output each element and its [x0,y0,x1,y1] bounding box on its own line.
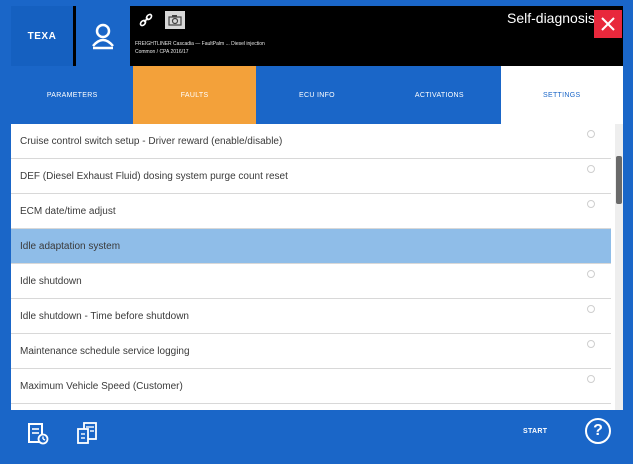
scrollbar-thumb[interactable] [616,156,622,204]
help-button[interactable]: ? [585,418,611,444]
info-icon[interactable] [587,305,595,313]
list-item[interactable]: Maximum Vehicle Speed (Customer) [11,369,611,404]
start-button[interactable]: START [523,428,547,435]
report-list-icon [28,423,49,445]
info-icon[interactable] [587,130,595,138]
vehicle-info-line1: FREIGHTLINER Cascadia — FaultPalm ... Di… [135,41,265,47]
list-item-label: Cruise control switch setup - Driver rew… [20,135,283,147]
list-item[interactable]: DEF (Diesel Exhaust Fluid) dosing system… [11,159,611,194]
settings-list: Cruise control switch setup - Driver rew… [11,124,611,410]
list-scrollbar[interactable] [615,124,623,410]
list-item-label: Maximum Vehicle Speed (Customer) [20,380,183,392]
user-button[interactable] [76,6,130,66]
texa-logo: TEXA [11,6,73,66]
app-header: TEXA FREIGHTLINER Cascadia — FaultPalm .… [11,6,623,66]
vehicle-info-line2: Common / CPA 2016/17 [135,49,189,55]
bottom-toolbar: START ? [11,410,623,458]
info-icon[interactable] [587,375,595,383]
close-button[interactable] [594,10,622,38]
list-item-label: Idle shutdown - Time before shutdown [20,310,189,322]
list-item[interactable]: Idle shutdown - Time before shutdown [11,299,611,334]
connection-link-icon[interactable] [137,12,155,30]
list-item-label: Idle adaptation system [20,240,121,252]
list-item-label: ECM date/time adjust [20,205,116,217]
info-icon[interactable] [587,270,595,278]
report-list-button[interactable] [27,422,49,451]
list-item[interactable]: Maintenance schedule service logging [11,334,611,369]
info-icon[interactable] [587,165,595,173]
list-item[interactable]: Cruise control switch setup - Driver rew… [11,124,611,159]
app-screen: TEXA FREIGHTLINER Cascadia — FaultPalm .… [11,6,623,458]
module-icon [77,422,97,444]
tab-activations[interactable]: ACTIVATIONS [378,66,501,124]
tab-settings[interactable]: SETTINGS [500,66,623,124]
close-icon [601,17,615,31]
list-item-label: Maintenance schedule service logging [20,345,190,357]
list-item[interactable]: ECM date/time adjust [11,194,611,229]
page-title: Self-diagnosis [507,10,595,26]
info-icon[interactable] [587,200,595,208]
tab-faults[interactable]: FAULTS [133,66,256,124]
tab-parameters[interactable]: PARAMETERS [11,66,134,124]
user-icon [92,23,114,50]
list-item[interactable]: Idle shutdown [11,264,611,299]
list-item-label: DEF (Diesel Exhaust Fluid) dosing system… [20,170,288,182]
info-icon[interactable] [587,340,595,348]
list-item-label: Idle shutdown [20,275,82,287]
tab-bar: PARAMETERS FAULTS ECU INFO ACTIVATIONS S… [11,66,623,124]
device-frame: TEXA FREIGHTLINER Cascadia — FaultPalm .… [0,0,633,464]
module-button[interactable] [75,421,99,452]
tab-ecu-info[interactable]: ECU INFO [255,66,379,124]
vehicle-info: FREIGHTLINER Cascadia — FaultPalm ... Di… [135,40,265,56]
camera-icon[interactable] [165,11,185,29]
list-item-selected[interactable]: Idle adaptation system [11,229,611,264]
